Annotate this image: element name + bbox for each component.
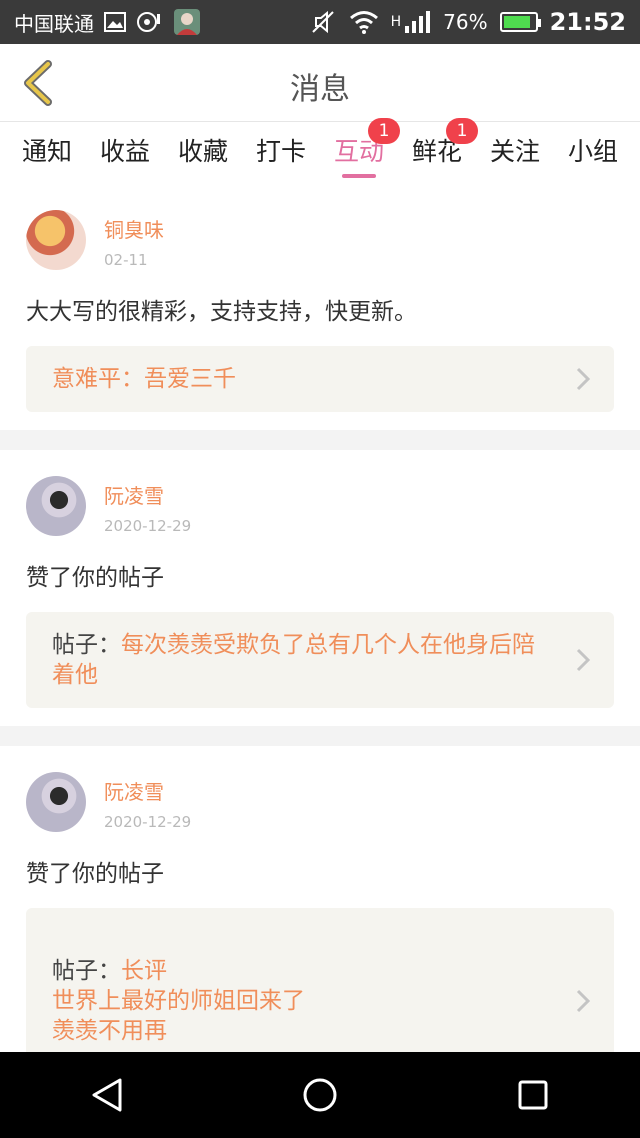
message-date: 2020-12-29 xyxy=(104,517,192,535)
tab-groups[interactable]: 小组 xyxy=(566,132,620,168)
avatar[interactable] xyxy=(26,476,86,536)
unread-badge: 1 xyxy=(368,118,400,144)
carrier-name: 中国联通 xyxy=(14,11,94,36)
ref-label: 帖子： xyxy=(52,632,121,658)
unread-badge: 1 xyxy=(446,118,478,144)
signal-icon xyxy=(405,11,431,33)
avatar[interactable] xyxy=(26,210,86,270)
author-name[interactable]: 铜臭味 xyxy=(104,214,164,243)
notification-app-icon xyxy=(137,12,160,32)
triangle-back-icon xyxy=(92,1078,122,1112)
system-nav-bar xyxy=(0,1052,640,1138)
app-avatar-icon xyxy=(174,9,200,35)
message-card: 铜臭味 02-11 大大写的很精彩，支持支持，快更新。 意难平：吾爱三千 xyxy=(0,184,640,430)
tab-following[interactable]: 关注 xyxy=(488,132,542,168)
wifi-icon xyxy=(349,11,378,34)
tab-notifications[interactable]: 通知 xyxy=(20,132,74,168)
ref-value: 每次羡羡受欺负了总有几个人在他身后陪着他 xyxy=(52,632,535,688)
image-icon xyxy=(104,12,126,32)
author-name[interactable]: 阮凌雪 xyxy=(104,480,191,509)
referenced-post[interactable]: 帖子：每次羡羡受欺负了总有几个人在他身后陪着他 xyxy=(26,612,614,708)
network-type: H xyxy=(390,14,402,30)
status-bar: 中国联通 H 76% 21:52 xyxy=(0,0,640,44)
tab-label: 通知 xyxy=(21,137,72,166)
battery-percent: 76% xyxy=(443,10,488,34)
tab-bar: 通知 收益 收藏 打卡 互动 1 鲜花 1 关注 小组 xyxy=(0,118,640,184)
message-card: 阮凌雪 2020-12-29 赞了你的帖子 帖子：每次羡羡受欺负了总有几个人在他… xyxy=(0,450,640,726)
ref-label: 意难平： xyxy=(52,366,144,392)
back-nav-button[interactable] xyxy=(82,1070,132,1120)
tab-checkin[interactable]: 打卡 xyxy=(254,132,308,168)
referenced-work[interactable]: 意难平：吾爱三千 xyxy=(26,346,614,412)
tab-label: 小组 xyxy=(567,137,618,166)
home-nav-button[interactable] xyxy=(295,1070,345,1120)
tab-earnings[interactable]: 收益 xyxy=(98,132,152,168)
message-list: 铜臭味 02-11 大大写的很精彩，支持支持，快更新。 意难平：吾爱三千 阮凌雪… xyxy=(0,184,640,1132)
clock: 21:52 xyxy=(549,8,626,36)
app-header: 消息 xyxy=(0,44,640,122)
avatar[interactable] xyxy=(26,772,86,832)
author-name[interactable]: 阮凌雪 xyxy=(104,776,191,805)
chevron-right-icon xyxy=(576,648,591,672)
chevron-right-icon xyxy=(576,367,591,391)
message-content: 赞了你的帖子 xyxy=(26,861,164,887)
message-date: 2020-12-29 xyxy=(104,813,192,831)
square-recents-icon xyxy=(518,1080,548,1110)
ref-value: 吾爱三千 xyxy=(144,366,236,392)
tab-label: 打卡 xyxy=(255,137,306,166)
chevron-right-icon xyxy=(576,989,591,1013)
tab-favorites[interactable]: 收藏 xyxy=(176,132,230,168)
page-title: 消息 xyxy=(290,72,350,107)
mute-icon xyxy=(311,10,334,34)
tab-label: 收藏 xyxy=(177,137,228,166)
ref-label: 帖子： xyxy=(52,958,121,984)
tab-label: 收益 xyxy=(99,137,150,166)
circle-home-icon xyxy=(303,1078,337,1112)
message-content: 赞了你的帖子 xyxy=(26,565,164,591)
tab-flowers[interactable]: 鲜花 1 xyxy=(410,118,478,168)
tab-label: 关注 xyxy=(489,137,540,166)
message-date: 02-11 xyxy=(104,251,148,269)
battery-icon xyxy=(499,12,541,32)
recents-nav-button[interactable] xyxy=(508,1070,558,1120)
tab-interactions[interactable]: 互动 1 xyxy=(332,118,400,178)
message-content: 大大写的很精彩，支持支持，快更新。 xyxy=(26,299,417,325)
